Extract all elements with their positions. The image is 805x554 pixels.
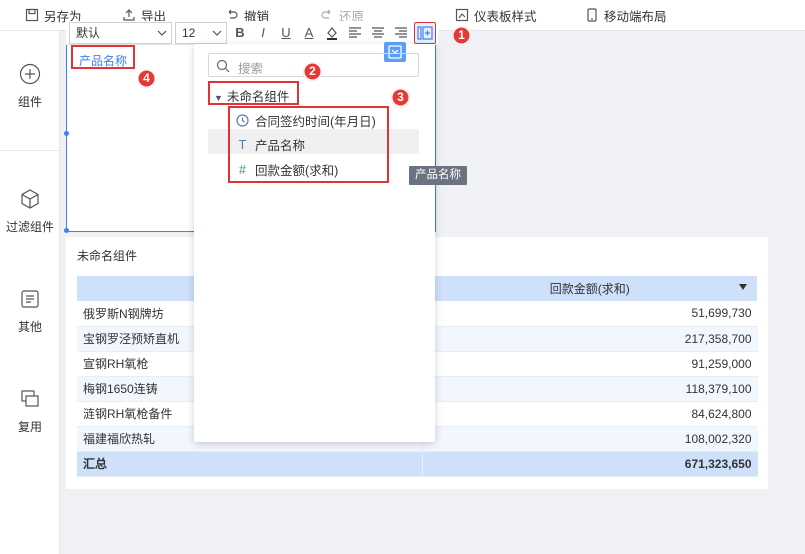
- field-panel-icon: [417, 26, 433, 40]
- field-item-label: 回款金额(求和): [255, 164, 339, 178]
- annotation-badge-2: 2: [303, 62, 322, 81]
- sidebar-item-label: 其他: [17, 320, 42, 334]
- cube-icon: [21, 189, 39, 209]
- field-group-name: 未命名组件: [226, 90, 290, 104]
- field-tooltip: 产品名称: [409, 166, 467, 185]
- sidebar-divider: [0, 150, 60, 151]
- mobile-layout-button[interactable]: 移动端布局: [585, 6, 667, 24]
- field-item-payment-amount[interactable]: # 回款金额(求和): [230, 157, 387, 182]
- chevron-down-icon: [212, 30, 222, 36]
- annotation-badge-4: 4: [137, 69, 156, 88]
- text-type-icon: T: [238, 137, 247, 152]
- field-list: 合同签约时间(年月日) T 产品名称 # 回款金额(求和): [228, 106, 389, 183]
- resize-handle[interactable]: [64, 228, 69, 233]
- table-title: 未命名组件: [77, 249, 138, 263]
- annotation-box: [71, 45, 135, 69]
- dashboard-style-label: 仪表板样式: [474, 9, 537, 24]
- italic-button[interactable]: I: [255, 24, 271, 42]
- save-icon: [25, 8, 39, 22]
- sidebar-item-label: 过滤组件: [5, 220, 54, 234]
- redo-icon: [321, 9, 331, 19]
- sidebar-item-reuse[interactable]: 复用: [0, 388, 60, 435]
- total-amount: 671,323,650: [421, 451, 758, 477]
- mobile-layout-label: 移动端布局: [604, 9, 667, 24]
- search-icon: [216, 59, 230, 73]
- row-amount: 118,379,100: [421, 376, 758, 402]
- align-left-icon[interactable]: [347, 27, 363, 39]
- chevron-down-icon: [157, 30, 167, 36]
- mobile-icon: [587, 8, 597, 22]
- row-amount: 84,624,800: [421, 401, 758, 427]
- format-toolbar: 默认 12 B I U A: [66, 21, 438, 45]
- sidebar-item-other[interactable]: 其他: [0, 288, 60, 335]
- left-sidebar: 组件 过滤组件 其他 复用: [0, 31, 60, 554]
- annotation-badge-1: 1: [452, 26, 471, 45]
- row-amount: 91,259,000: [421, 351, 758, 377]
- sidebar-item-label: 复用: [17, 420, 42, 434]
- plus-circle-icon: [19, 63, 41, 85]
- font-size-select[interactable]: 12: [175, 22, 227, 44]
- dashboard-style-button[interactable]: 仪表板样式: [455, 6, 537, 24]
- clock-icon: [236, 114, 249, 127]
- row-amount: 51,699,730: [421, 301, 758, 327]
- align-center-icon[interactable]: [370, 27, 386, 39]
- annotation-badge-3: 3: [391, 88, 410, 107]
- underline-button[interactable]: U: [278, 24, 294, 42]
- table-header-amount-label: 回款金额(求和): [549, 282, 630, 296]
- sidebar-item-label: 组件: [17, 95, 42, 109]
- sort-caret-icon[interactable]: [739, 284, 747, 290]
- caret-down-icon: ▼: [214, 93, 223, 103]
- table-total-row: 汇总 671,323,650: [77, 451, 758, 477]
- total-label: 汇总: [77, 451, 422, 477]
- field-group-header[interactable]: ▼ 未命名组件: [208, 81, 300, 105]
- row-amount: 217,358,700: [421, 326, 758, 352]
- fill-color-icon[interactable]: [324, 26, 340, 40]
- palette-icon: [455, 8, 469, 22]
- document-icon: [21, 290, 39, 308]
- field-item-label: 产品名称: [255, 139, 306, 153]
- sidebar-item-widgets[interactable]: 组件: [0, 63, 60, 110]
- copy-icon: [21, 390, 39, 407]
- number-type-icon: #: [239, 162, 246, 177]
- field-item-product-name[interactable]: T 产品名称: [230, 132, 387, 157]
- table-header-amount[interactable]: 回款金额(求和): [422, 276, 758, 301]
- field-item-label: 合同签约时间(年月日): [255, 115, 376, 129]
- undo-icon: [228, 9, 238, 19]
- export-icon: [123, 9, 135, 21]
- row-amount: 108,002,320: [421, 426, 758, 452]
- field-item-contract-date[interactable]: 合同签约时间(年月日): [230, 108, 387, 133]
- font-size-value: 12: [182, 26, 196, 40]
- font-color-button[interactable]: A: [301, 24, 317, 42]
- field-panel-toggle-button[interactable]: [414, 22, 436, 44]
- search-placeholder: 搜索: [238, 62, 264, 76]
- bold-button[interactable]: B: [232, 24, 248, 42]
- align-right-icon[interactable]: [393, 27, 409, 39]
- font-select-value: 默认: [76, 26, 101, 40]
- resize-handle[interactable]: [64, 131, 69, 136]
- font-select[interactable]: 默认: [69, 22, 172, 44]
- sidebar-item-filter-widgets[interactable]: 过滤组件: [0, 188, 60, 235]
